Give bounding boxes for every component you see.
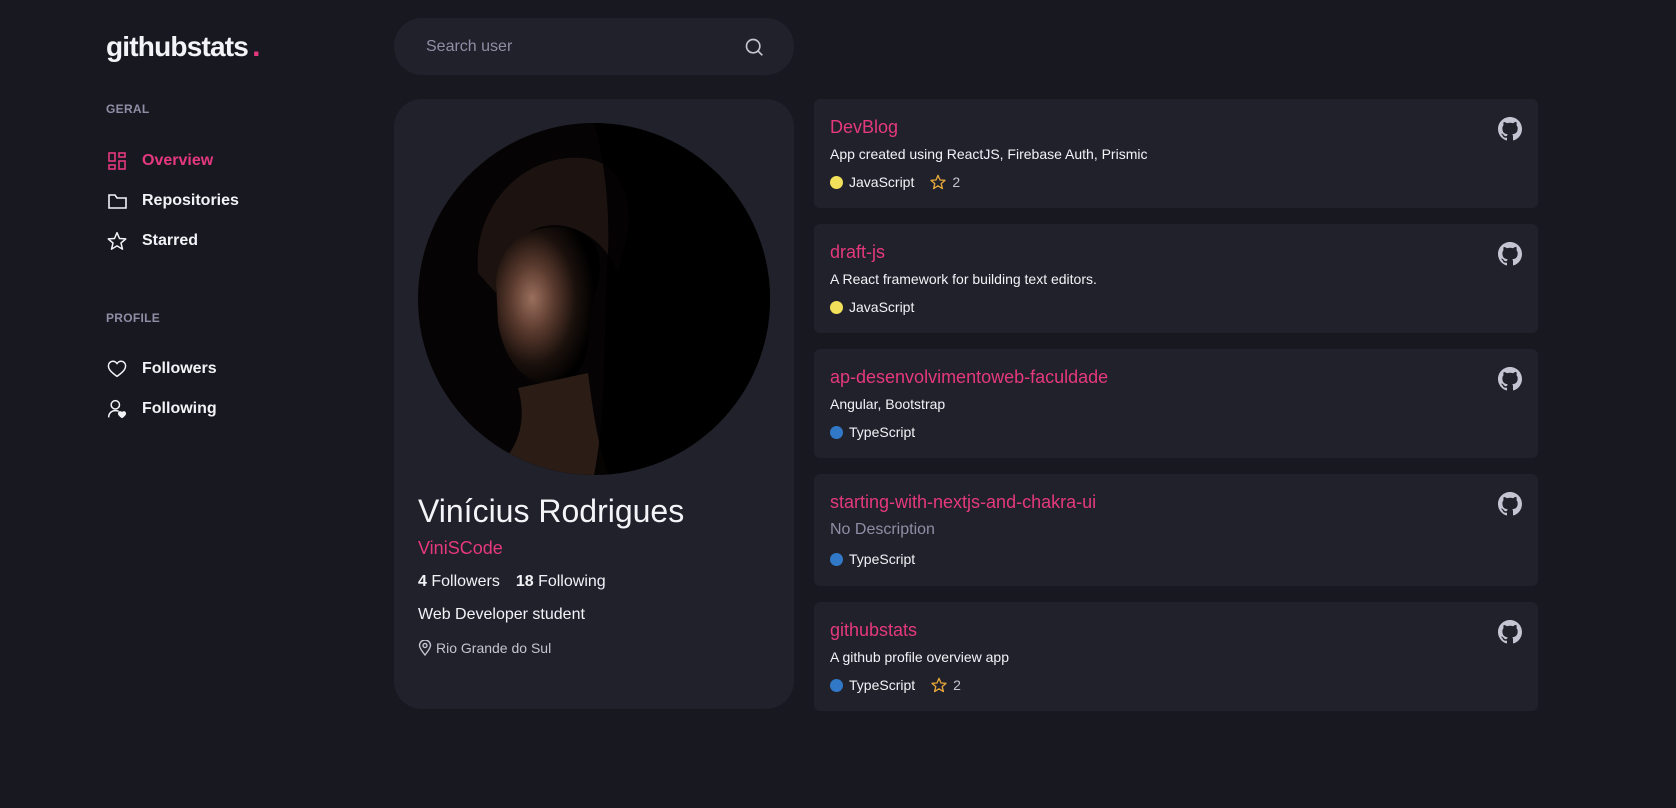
github-icon[interactable] [1498,367,1522,396]
repo-name[interactable]: draft-js [830,242,1522,263]
followers-stat[interactable]: 4 Followers [418,573,500,591]
repo-stars: 2 [930,174,960,190]
search-input[interactable] [426,37,726,56]
sidebar-item-label: Starred [142,232,199,249]
following-stat[interactable]: 18 Following [516,573,606,591]
repo-meta: TypeScript 2 [830,677,1522,693]
logo-dot: . [252,30,260,63]
github-icon[interactable] [1498,117,1522,146]
folder-icon [106,190,128,212]
user-heart-icon [106,398,128,420]
profile-location: Rio Grande do Sul [418,640,770,656]
sidebar-item-followers[interactable]: Followers [106,349,366,389]
repo-meta: TypeScript [830,551,1522,567]
nav-section-profile: PROFILE Followers Following [106,311,366,429]
sidebar-item-label: Followers [142,360,217,377]
repo-meta: JavaScript 2 [830,174,1522,190]
section-label-profile: PROFILE [106,311,161,325]
language-dot [830,300,843,314]
star-icon [106,230,128,252]
section-label-geral: GERAL [106,102,150,116]
sidebar-item-label: Following [142,400,217,417]
sidebar: githubstats. GERAL Overview Repositories… [106,30,366,429]
language-dot [830,678,843,692]
profile-name: Vinícius Rodrigues [418,493,685,529]
language-dot [830,552,843,566]
language-dot [830,425,843,439]
repo-stars: 2 [931,677,961,693]
github-icon[interactable] [1498,492,1522,521]
dashboard-icon [106,150,128,172]
sidebar-item-label: Repositories [142,192,239,209]
star-count: 2 [952,174,961,190]
repo-description: App created using ReactJS, Firebase Auth… [830,146,1148,162]
repo-description: A React framework for building text edit… [830,271,1097,287]
repo-language: TypeScript [849,677,916,693]
star-icon [930,174,947,190]
followers-count: 4 [418,573,427,590]
repo-card: githubstats A github profile overview ap… [814,602,1538,711]
repo-meta: JavaScript [830,299,1522,315]
sidebar-item-overview[interactable]: Overview [106,141,366,181]
star-icon [931,677,947,693]
location-text: Rio Grande do Sul [436,640,552,656]
sidebar-item-starred[interactable]: Starred [106,221,366,261]
repo-description: No Description [830,521,935,538]
profile-card: Vinícius Rodrigues ViniSCode 4 Followers… [394,99,794,709]
repo-card: DevBlog App created using ReactJS, Fireb… [814,99,1538,208]
profile-login[interactable]: ViniSCode [418,538,770,559]
nav-section-geral: GERAL Overview Repositories Starred [106,102,366,261]
following-count: 18 [515,573,534,590]
sidebar-item-label: Overview [142,152,214,169]
sidebar-item-repositories[interactable]: Repositories [106,181,366,221]
repo-language: JavaScript [849,174,915,190]
profile-stats: 4 Followers 18 Following [418,573,770,591]
repo-language: TypeScript [849,424,916,440]
repo-description: A github profile overview app [830,649,1009,665]
repo-card: starting-with-nextjs-and-chakra-ui No De… [814,474,1538,586]
github-icon[interactable] [1498,620,1522,649]
github-icon[interactable] [1498,242,1522,271]
repo-description: Angular, Bootstrap [830,396,946,412]
star-count: 2 [953,677,961,693]
repo-card: draft-js A React framework for building … [814,224,1538,333]
sidebar-item-following[interactable]: Following [106,389,366,429]
repo-name[interactable]: ap-desenvolvimentoweb-faculdade [830,367,1522,388]
location-pin-icon [418,640,432,656]
repo-meta: TypeScript [830,424,1522,440]
language-dot [830,175,843,189]
repo-language: JavaScript [849,299,915,315]
repo-language: TypeScript [849,551,916,567]
search-bar [394,18,794,75]
repo-card: ap-desenvolvimentoweb-faculdade Angular,… [814,349,1538,458]
repo-list: DevBlog App created using ReactJS, Fireb… [814,99,1538,727]
following-label: Following [538,573,606,590]
avatar-portrait [418,123,770,475]
logo-text: githubstats [106,31,249,62]
avatar [418,123,770,475]
repo-name[interactable]: githubstats [830,620,1522,641]
followers-label: Followers [431,573,500,590]
heart-icon [106,358,128,380]
repo-name[interactable]: starting-with-nextjs-and-chakra-ui [830,492,1522,513]
repo-name[interactable]: DevBlog [830,117,1522,138]
app-logo[interactable]: githubstats. [106,30,366,64]
search-icon[interactable] [744,37,764,57]
profile-bio: Web Developer student [418,606,585,623]
